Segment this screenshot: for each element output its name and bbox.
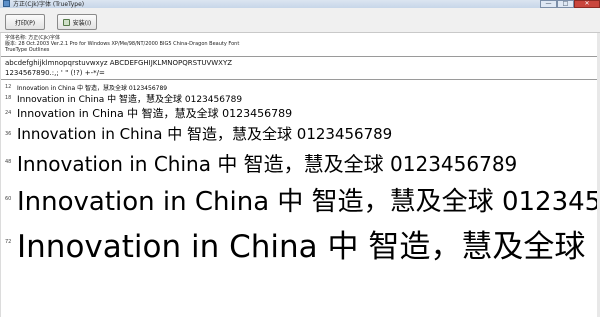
- sample-text: Innovation in China 中 智造，慧及全球 0123456789: [17, 95, 243, 105]
- window-title: 方正(Cjk)字体 (TrueType): [13, 1, 85, 8]
- window-controls: — □ ✕: [540, 0, 600, 8]
- sample-text: Innovation in China 中 智造，慧及全球 0123456789: [17, 152, 518, 176]
- shield-icon: [62, 18, 70, 26]
- sample-size-label: 60: [5, 196, 12, 202]
- sample-text: Innovation in China 中 智造，慧及全球 0123456789: [17, 229, 598, 265]
- sample-text: Innovation in China 中 智造，慧及全球 0123456789: [17, 107, 293, 120]
- divider: [1, 79, 598, 80]
- sample-size-label: 18: [5, 95, 12, 101]
- divider: [1, 56, 598, 57]
- sample-size-label: 24: [5, 110, 12, 116]
- minimize-button[interactable]: —: [540, 0, 557, 8]
- sample-size-label: 48: [5, 159, 12, 165]
- close-button[interactable]: ✕: [574, 0, 600, 8]
- charset-letters: abcdefghijklmnopqrstuvwxyz ABCDEFGHIJKLM…: [5, 59, 233, 67]
- charset-digits: 1234567890.:,; ' " (!?) +-*/=: [5, 69, 105, 77]
- print-button[interactable]: 打印(P): [5, 14, 45, 30]
- toolbar: 打印(P) 安装(I): [0, 8, 600, 33]
- sample-text: Innovation in China 中 智造，慧及全球 0123456789: [17, 187, 598, 217]
- install-button-label: 安装(I): [72, 19, 92, 27]
- sample-size-label: 72: [5, 239, 12, 245]
- title-bar: 方正(Cjk)字体 (TrueType) — □ ✕: [0, 0, 600, 8]
- sample-size-label: 12: [5, 84, 12, 90]
- font-preview-pane: 字体名称: 方正(Cjk)字体 版本: 28 Oct.2003 Ver.2.1 …: [0, 33, 598, 317]
- install-button[interactable]: 安装(I): [57, 14, 97, 30]
- print-button-label: 打印(P): [14, 19, 36, 27]
- maximize-button[interactable]: □: [557, 0, 574, 8]
- font-outline-line: TrueType Outlines: [5, 47, 50, 53]
- font-file-icon: [3, 0, 10, 7]
- sample-size-label: 36: [5, 131, 12, 137]
- sample-text: Innovation in China 中 智造，慧及全球 0123456789: [17, 125, 393, 143]
- sample-text: Innovation in China 中 智造，慧及全球 0123456789: [17, 85, 168, 92]
